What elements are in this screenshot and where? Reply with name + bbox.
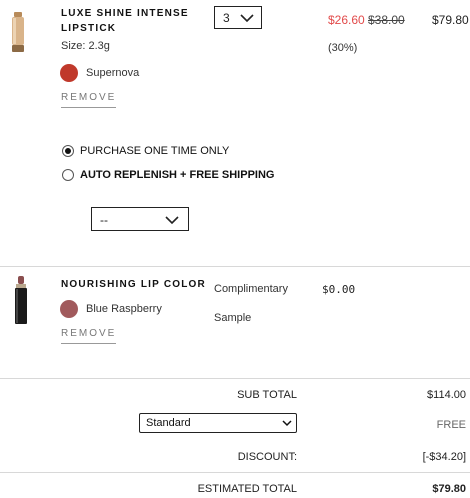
shade-name: Supernova [86,67,140,79]
replenish-frequency-select[interactable]: -- [91,207,189,231]
purchase-once-radio[interactable] [62,145,74,157]
discount-value: [-$34.20] [422,451,466,463]
product-name[interactable]: LUXE SHINE INTENSE LIPSTICK [61,6,189,36]
replenish-frequency-value: -- [100,213,108,227]
divider [0,472,470,473]
original-price: $38.00 [368,13,405,27]
estimated-total-label: ESTIMATED TOTAL [197,483,297,495]
discount-label: DISCOUNT: [237,451,297,463]
shipping-value: FREE [436,419,466,431]
line-total: $79.80 [432,13,469,27]
product-name[interactable]: NOURISHING LIP COLOR [61,277,206,292]
shipping-method-value: Standard [146,417,191,429]
quantity-value: 3 [223,11,230,25]
chevron-down-icon [165,216,179,225]
shade-swatch [60,64,78,82]
remove-button[interactable]: REMOVE [61,92,117,108]
product-thumbnail-luxe-shine-lipstick[interactable] [9,12,27,52]
auto-replenish-radio[interactable] [62,169,74,181]
quantity-select[interactable]: 3 [214,6,262,29]
lipstick-tube-icon [12,12,24,52]
product-thumbnail-nourishing-lip-color[interactable] [12,276,30,324]
shade-swatch [60,300,78,318]
product-name-line1: LUXE SHINE INTENSE [61,8,189,19]
shade-name: Blue Raspberry [86,303,162,315]
select-arrow-icon [282,420,292,427]
complimentary-label-line1: Complimentary [214,283,288,295]
remove-button[interactable]: REMOVE [61,328,117,344]
auto-replenish-label[interactable]: AUTO REPLENISH + FREE SHIPPING [80,169,274,181]
product-name-line2: LIPSTICK [61,23,117,34]
estimated-total-value: $79.80 [432,483,466,495]
subtotal-value: $114.00 [427,389,466,401]
product-size: Size: 2.3g [61,40,110,52]
divider [0,378,470,379]
subtotal-label: SUB TOTAL [237,389,297,401]
divider [0,266,470,267]
item-price: $0.00 [322,283,356,296]
chevron-down-icon [240,14,254,23]
purchase-once-label[interactable]: PURCHASE ONE TIME ONLY [80,145,229,157]
sale-price: $26.60 [328,13,365,27]
shipping-method-select[interactable]: Standard [139,413,297,433]
lipstick-tube-icon [15,276,27,324]
discount-percent: (30%) [328,42,358,54]
complimentary-label-line2: Sample [214,312,252,324]
